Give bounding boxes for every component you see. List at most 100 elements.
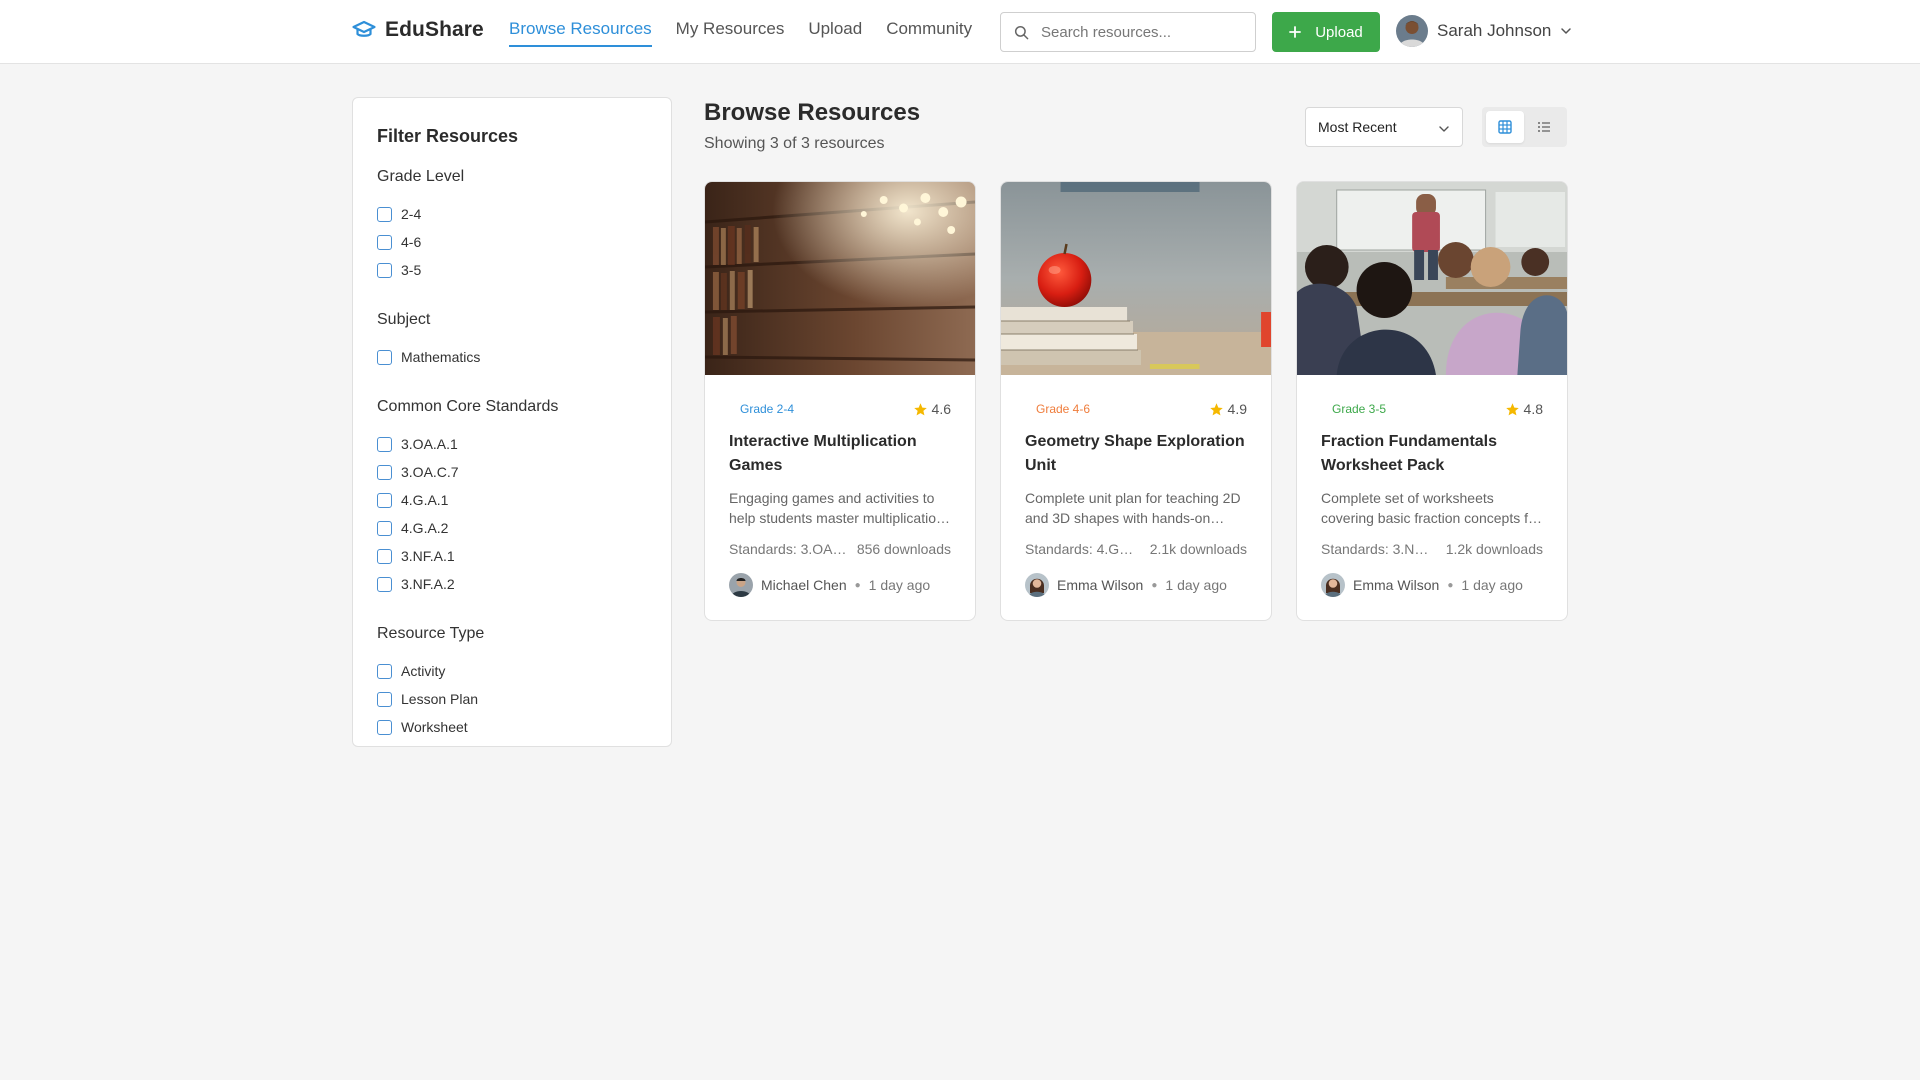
star-icon: [1505, 402, 1519, 415]
card-image-apple-books: [1001, 182, 1271, 375]
rating-value: 4.8: [1523, 401, 1543, 417]
nav-my-resources[interactable]: My Resources: [676, 0, 785, 47]
filter-option-label: Activity: [401, 663, 446, 679]
rating: 4.6: [913, 401, 951, 417]
card-title[interactable]: Interactive Multiplication Games: [729, 430, 951, 478]
card-meta: Standards: 4.G.A.1, 4.G.A.2 2.1k downloa…: [1025, 541, 1247, 557]
grid-view-button[interactable]: [1486, 111, 1524, 143]
filter-option-standard[interactable]: 3.OA.A.1: [377, 430, 647, 458]
card-title[interactable]: Fraction Fundamentals Worksheet Pack: [1321, 430, 1543, 478]
filter-option-type[interactable]: Worksheet: [377, 713, 647, 741]
filter-group-title: Resource Type: [377, 625, 485, 642]
rating-value: 4.6: [931, 401, 951, 417]
checkbox[interactable]: [377, 719, 392, 735]
resource-card[interactable]: Grade 2-4 4.6 Interactive Multiplication…: [704, 181, 976, 621]
grade-badge: Grade 3-5: [1332, 402, 1387, 416]
resource-card[interactable]: Grade 3-5 4.8 Fraction Fundamentals Work…: [1296, 181, 1568, 621]
filter-option-label: 3.OA.A.1: [401, 436, 458, 452]
checkbox[interactable]: [377, 349, 392, 365]
filter-group-grade-level: Grade Level 2-4 4-6 3-5: [377, 168, 647, 284]
card-meta: Standards: 3.NF.A.1, 3.NF.A.2 1.2k downl…: [1321, 541, 1543, 557]
card-description: Complete unit plan for teaching 2D and 3…: [1025, 490, 1241, 526]
filter-option-standard[interactable]: 4.G.A.1: [377, 486, 647, 514]
search-input[interactable]: [1041, 13, 1247, 51]
nav-upload[interactable]: Upload: [808, 0, 862, 47]
star-icon: [1209, 402, 1223, 415]
separator-dot: ●: [1447, 579, 1454, 591]
top-header: EduShare Browse Resources My Resources U…: [0, 0, 1920, 64]
author-name[interactable]: Emma Wilson: [1057, 577, 1143, 593]
author-avatar: [1321, 573, 1345, 597]
grade-badge: Grade 2-4: [740, 402, 795, 416]
filter-option-subject[interactable]: Mathematics: [377, 343, 647, 371]
filter-option-standard[interactable]: 3.NF.A.2: [377, 570, 647, 598]
sort-select[interactable]: Most Recent: [1305, 107, 1463, 147]
user-name: Sarah Johnson: [1437, 21, 1552, 40]
filter-group-resource-type: Resource Type Activity Lesson Plan Works…: [377, 625, 647, 741]
author-name[interactable]: Emma Wilson: [1353, 577, 1439, 593]
filter-group-standards: Common Core Standards 3.OA.A.1 3.OA.C.7 …: [377, 398, 647, 598]
card-description: Engaging games and activities to help st…: [729, 490, 944, 526]
filter-option-standard[interactable]: 3.OA.C.7: [377, 458, 647, 486]
checkbox[interactable]: [377, 548, 392, 564]
chevron-down-icon: [1561, 28, 1572, 34]
filter-option-type[interactable]: Lesson Plan: [377, 685, 647, 713]
filter-option-standard[interactable]: 3.NF.A.1: [377, 542, 647, 570]
author-name[interactable]: Michael Chen: [761, 577, 847, 593]
chevron-down-icon: [1439, 126, 1449, 132]
card-image-library: [705, 182, 975, 375]
resource-card[interactable]: Grade 4-6 4.9 Geometry Shape Exploration…: [1000, 181, 1272, 621]
filter-sidebar: Filter Resources Grade Level 2-4 4-6 3-5…: [352, 97, 672, 747]
filter-option-label: 3.NF.A.2: [401, 576, 455, 592]
filter-option-label: 3-5: [401, 262, 422, 278]
checkbox[interactable]: [377, 436, 392, 452]
card-top-row: Grade 4-6 4.9: [1025, 399, 1247, 419]
filter-option-standard[interactable]: 4.G.A.2: [377, 514, 647, 542]
checkbox[interactable]: [377, 262, 392, 278]
plus-icon: [1289, 26, 1302, 38]
filter-option-grade[interactable]: 3-5: [377, 256, 647, 284]
filter-option-grade[interactable]: 2-4: [377, 200, 647, 228]
card-time: 1 day ago: [1165, 577, 1227, 593]
brand-logo[interactable]: EduShare: [352, 18, 484, 42]
filter-title: Filter Resources: [377, 126, 519, 146]
card-standards: Standards: 3.NF.A.1, 3.NF.A.2: [1321, 541, 1435, 557]
checkbox[interactable]: [377, 234, 392, 250]
list-icon: [1538, 122, 1551, 132]
checkbox[interactable]: [377, 464, 392, 480]
filter-option-type[interactable]: Activity: [377, 657, 647, 685]
card-image-classroom: [1297, 182, 1567, 375]
card-footer: Michael Chen ● 1 day ago: [729, 573, 951, 597]
filter-option-label: Mathematics: [401, 349, 481, 365]
page-title: Browse Resources: [704, 99, 921, 126]
card-footer: Emma Wilson ● 1 day ago: [1321, 573, 1543, 597]
search-box: [1000, 12, 1256, 52]
filter-group-title: Subject: [377, 311, 431, 328]
card-time: 1 day ago: [1461, 577, 1523, 593]
list-view-button[interactable]: [1526, 111, 1564, 143]
card-top-row: Grade 2-4 4.6: [729, 399, 951, 419]
checkbox[interactable]: [377, 520, 392, 536]
checkbox[interactable]: [377, 663, 392, 679]
checkbox[interactable]: [377, 576, 392, 592]
filter-option-label: 3.NF.A.1: [401, 548, 455, 564]
search-icon: [1014, 25, 1029, 40]
card-body: Grade 4-6 4.9 Geometry Shape Exploration…: [1001, 375, 1271, 597]
nav-browse-resources[interactable]: Browse Resources: [509, 0, 652, 47]
filter-option-grade[interactable]: 4-6: [377, 228, 647, 256]
checkbox[interactable]: [377, 691, 392, 707]
card-title[interactable]: Geometry Shape Exploration Unit: [1025, 430, 1247, 478]
checkbox[interactable]: [377, 206, 392, 222]
filter-group-subject: Subject Mathematics: [377, 311, 647, 371]
card-standards: Standards: 3.OA.A.1, 3.OA.C.7: [729, 541, 849, 557]
checkbox[interactable]: [377, 492, 392, 508]
filter-option-label: 3.OA.C.7: [401, 464, 459, 480]
nav-community[interactable]: Community: [886, 0, 972, 47]
card-standards: Standards: 4.G.A.1, 4.G.A.2: [1025, 541, 1135, 557]
card-downloads: 856 downloads: [856, 541, 951, 557]
user-menu[interactable]: Sarah Johnson: [1396, 15, 1572, 47]
view-toggle: [1482, 107, 1567, 147]
grid-icon: [1498, 120, 1512, 134]
upload-button[interactable]: Upload: [1272, 12, 1380, 52]
rating: 4.8: [1505, 401, 1543, 417]
